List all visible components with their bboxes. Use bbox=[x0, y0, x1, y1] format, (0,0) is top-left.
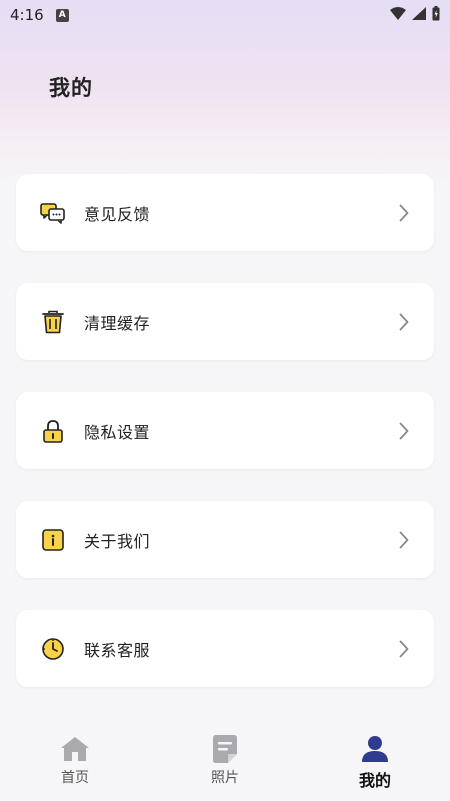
status-time: 4:16 bbox=[10, 6, 44, 24]
chevron-right-icon bbox=[397, 639, 411, 659]
menu-item-feedback[interactable]: 意见反馈 bbox=[16, 174, 434, 251]
chevron-right-icon bbox=[397, 421, 411, 441]
menu-item-label: 联系客服 bbox=[84, 640, 151, 660]
lock-icon bbox=[40, 418, 66, 444]
tab-mine[interactable]: 我的 bbox=[325, 720, 425, 791]
chevron-right-icon bbox=[397, 530, 411, 550]
menu-item-about-us[interactable]: 关于我们 bbox=[16, 501, 434, 578]
bottom-tab-bar: 首页 照片 我的 bbox=[0, 720, 450, 801]
settings-menu: 意见反馈 清理缓存 隐私设置 关于我们 联系客服 bbox=[16, 174, 434, 719]
tab-photos[interactable]: 照片 bbox=[175, 720, 275, 787]
user-icon bbox=[360, 734, 390, 764]
page-title: 我的 bbox=[49, 76, 93, 100]
notification-badge-icon: A bbox=[55, 8, 69, 22]
menu-item-privacy[interactable]: 隐私设置 bbox=[16, 392, 434, 469]
tab-label: 我的 bbox=[358, 771, 391, 790]
clock-icon bbox=[40, 636, 66, 662]
tab-home[interactable]: 首页 bbox=[25, 720, 125, 787]
battery-icon bbox=[432, 5, 440, 25]
feedback-chat-icon bbox=[40, 200, 66, 226]
tab-label: 首页 bbox=[61, 770, 89, 786]
menu-item-label: 隐私设置 bbox=[84, 422, 151, 442]
wifi-icon bbox=[390, 6, 406, 24]
photo-doc-icon bbox=[210, 734, 240, 764]
menu-item-contact-support[interactable]: 联系客服 bbox=[16, 610, 434, 687]
menu-item-label: 关于我们 bbox=[84, 531, 151, 551]
tab-label: 照片 bbox=[211, 770, 239, 786]
menu-item-label: 意见反馈 bbox=[84, 204, 151, 224]
chevron-right-icon bbox=[397, 203, 411, 223]
menu-item-clear-cache[interactable]: 清理缓存 bbox=[16, 283, 434, 360]
info-icon bbox=[40, 527, 66, 553]
status-bar: 4:16 A bbox=[0, 0, 450, 30]
trash-icon bbox=[40, 309, 66, 335]
home-icon bbox=[60, 734, 90, 764]
chevron-right-icon bbox=[397, 312, 411, 332]
signal-icon bbox=[412, 6, 426, 24]
menu-item-label: 清理缓存 bbox=[84, 313, 151, 333]
